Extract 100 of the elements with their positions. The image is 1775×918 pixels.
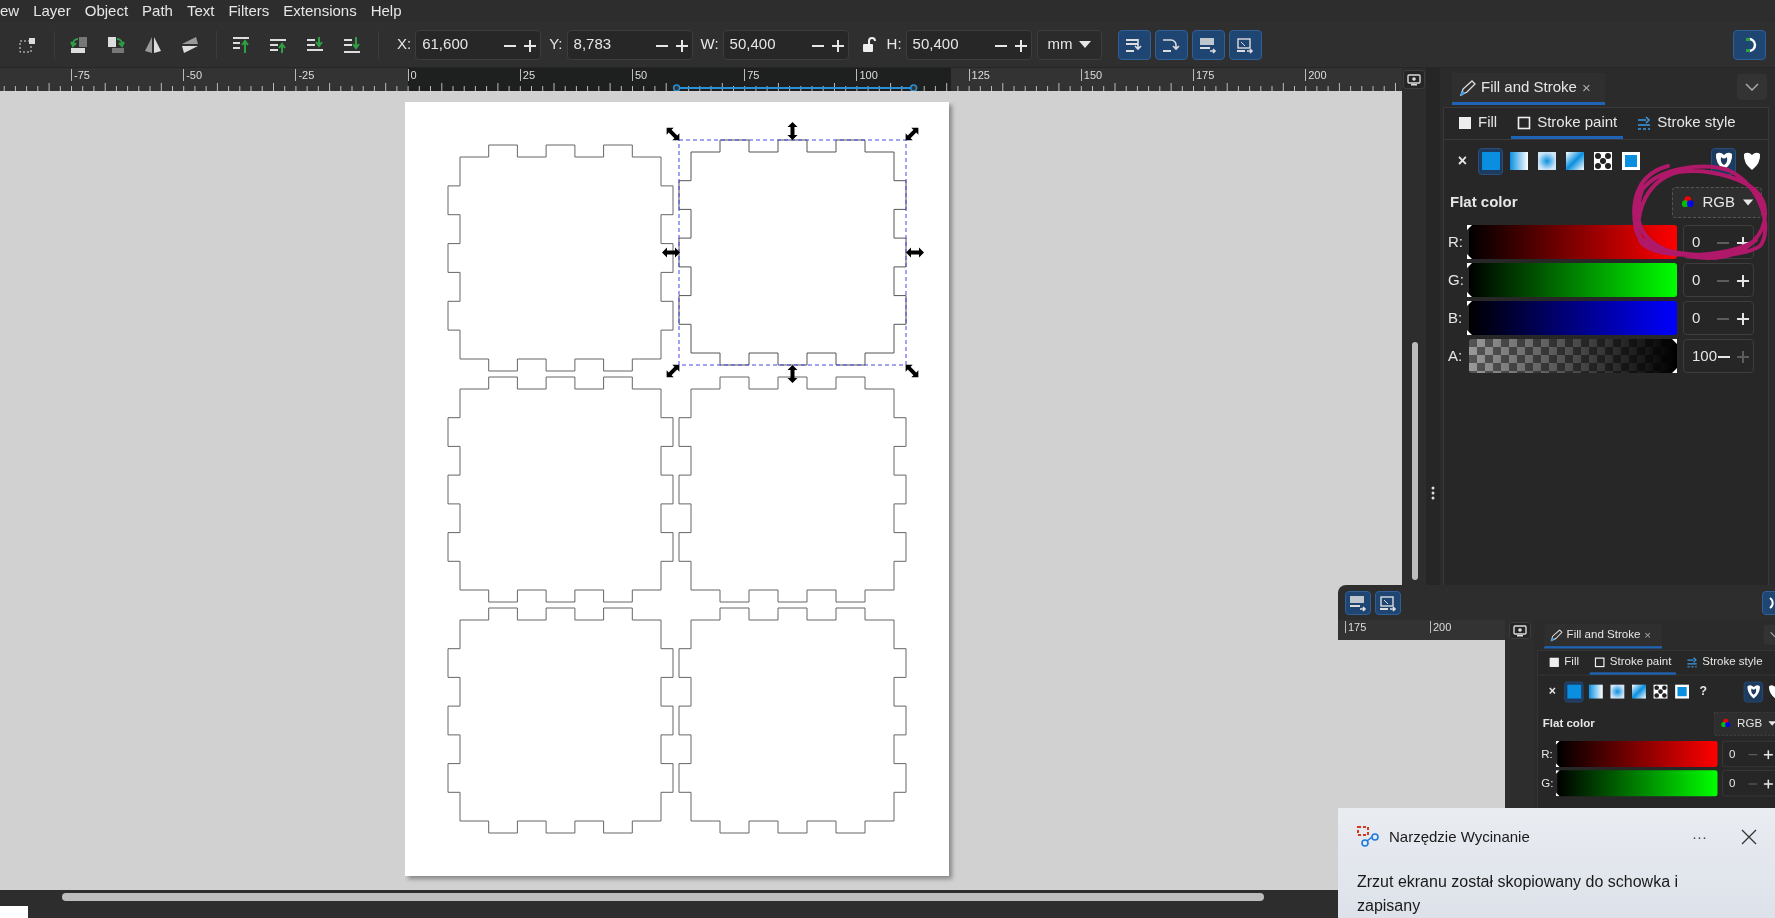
- close-tab-button[interactable]: ×: [1581, 80, 1591, 95]
- color-slider[interactable]: [1469, 225, 1677, 259]
- pattern-icon: [1652, 683, 1668, 700]
- even-odd-fill-icon: [1713, 151, 1734, 171]
- resize-handle[interactable]: [787, 122, 798, 140]
- ruler-label: 50: [632, 69, 648, 81]
- spin-box[interactable]: 0: [1683, 263, 1754, 297]
- spin-box[interactable]: 61,600: [415, 29, 542, 60]
- minus-icon: [811, 44, 824, 47]
- minus-icon: [1717, 318, 1730, 321]
- close-button[interactable]: [1741, 829, 1757, 845]
- number-input[interactable]: 50,400: [906, 33, 991, 56]
- paint-type-button[interactable]: ×: [1542, 681, 1562, 702]
- panel-tab[interactable]: Fill and Stroke ×: [1452, 73, 1605, 105]
- fill-rule-button[interactable]: [1743, 681, 1763, 702]
- scissors-icon: [1357, 826, 1379, 848]
- menu-item[interactable]: Text: [179, 1, 222, 21]
- panel-menu-button[interactable]: [1737, 74, 1767, 100]
- transform-option-button[interactable]: [1228, 29, 1262, 60]
- channel-value: 0: [1728, 775, 1737, 792]
- unit-dropdown[interactable]: mm: [1036, 29, 1102, 60]
- color-slider[interactable]: [1469, 301, 1677, 335]
- filled-square-icon: [1458, 115, 1472, 130]
- subtab[interactable]: Stroke style: [1682, 651, 1768, 675]
- menu-item[interactable]: Object: [77, 1, 136, 21]
- spin-box[interactable]: 50,400: [905, 29, 1032, 60]
- subtab[interactable]: Stroke paint: [1589, 651, 1677, 675]
- resize-handle[interactable]: [906, 247, 924, 258]
- linear-gradient-icon: [1587, 683, 1604, 700]
- menu-item[interactable]: Extensions: [276, 1, 364, 21]
- lines-arrow-icon: [1637, 115, 1652, 130]
- resize-handle[interactable]: [905, 364, 919, 378]
- color-slider[interactable]: [1469, 339, 1677, 373]
- color-circles-icon: [1681, 194, 1695, 210]
- resize-handle[interactable]: [787, 365, 798, 383]
- slider-thumb[interactable]: [1555, 740, 1562, 768]
- subtab[interactable]: Stroke paint: [1511, 109, 1624, 139]
- radial-gradient-icon: [1536, 151, 1557, 171]
- minus-icon: [504, 44, 517, 47]
- menu-item[interactable]: Layer: [26, 1, 78, 21]
- color-model-dropdown[interactable]: RGB: [1672, 186, 1762, 218]
- paint-type-button[interactable]: ?: [1693, 681, 1713, 702]
- channel-value: 0: [1691, 269, 1702, 290]
- spin-box[interactable]: 0: [1722, 740, 1775, 768]
- slider-thumb[interactable]: [1467, 263, 1475, 297]
- snap-toggle-button[interactable]: [1733, 29, 1766, 60]
- subtab[interactable]: Fill: [1452, 109, 1504, 139]
- transform-option-button[interactable]: [1117, 29, 1151, 60]
- number-input[interactable]: 8,783: [567, 33, 652, 56]
- plus-icon: [1737, 313, 1750, 326]
- color-slider[interactable]: [1469, 263, 1677, 297]
- mesh-gradient-icon: [1564, 151, 1585, 171]
- resize-handle[interactable]: [666, 364, 680, 378]
- menu-item[interactable]: Path: [135, 1, 180, 21]
- menu-item[interactable]: Filters: [221, 1, 277, 21]
- ruler-label: 175: [1345, 621, 1367, 633]
- color-slider[interactable]: [1557, 770, 1718, 797]
- unit-label: mm: [1047, 34, 1073, 55]
- plus-icon: [1737, 275, 1750, 288]
- lines-arrow-icon: [1348, 593, 1368, 612]
- spin-box[interactable]: 8,783: [566, 29, 693, 60]
- channel-value: 0: [1691, 231, 1702, 252]
- ruler-label: 25: [519, 69, 536, 81]
- number-input[interactable]: 50,400: [723, 33, 808, 56]
- color-model-dropdown[interactable]: RGB: [1713, 711, 1775, 736]
- color-slider[interactable]: [1557, 740, 1718, 768]
- slider-thumb[interactable]: [1467, 225, 1475, 259]
- subtab[interactable]: Fill: [1544, 651, 1584, 675]
- channel-label: A:: [1448, 345, 1464, 366]
- spin-box[interactable]: 0: [1722, 770, 1775, 797]
- slider-thumb[interactable]: [1467, 301, 1475, 335]
- caret-down-icon: [1768, 720, 1775, 726]
- more-options-button[interactable]: ···: [1686, 825, 1713, 849]
- resize-handle[interactable]: [662, 247, 680, 258]
- spin-box[interactable]: 50,400: [722, 29, 849, 60]
- spin-box[interactable]: 100: [1683, 339, 1754, 373]
- spin-box[interactable]: 0: [1683, 301, 1754, 335]
- transform-option-button[interactable]: [1345, 590, 1371, 615]
- paint-mode-label: Flat color: [1542, 715, 1595, 732]
- transform-option-button[interactable]: [1375, 590, 1401, 615]
- minus-icon: [1717, 356, 1730, 359]
- close-tab-button[interactable]: ×: [1644, 629, 1651, 641]
- paint-type-button[interactable]: ×: [1450, 147, 1475, 175]
- transform-option-button[interactable]: [1154, 29, 1188, 60]
- menu-item[interactable]: ew: [0, 1, 27, 21]
- number-input[interactable]: 61,600: [416, 33, 501, 56]
- resize-handle[interactable]: [666, 127, 680, 141]
- scrollbar-thumb[interactable]: [1412, 342, 1418, 580]
- slider-thumb[interactable]: [1555, 770, 1562, 797]
- menu-item[interactable]: Help: [363, 1, 409, 21]
- transform-option-button[interactable]: [1191, 29, 1225, 60]
- subtab[interactable]: Stroke style: [1631, 109, 1742, 139]
- pattern-icon: [1592, 151, 1613, 171]
- display-mode-button[interactable]: [1403, 70, 1425, 89]
- display-mode-button[interactable]: [1509, 622, 1531, 639]
- panel-tab[interactable]: Fill and Stroke ×: [1544, 623, 1662, 649]
- notification-message: Zrzut ekranu został skopiowany do schowka i zapisany: [1357, 872, 1680, 916]
- pen-icon: [1550, 628, 1563, 642]
- scrollbar-thumb[interactable]: [62, 893, 1264, 901]
- resize-handle[interactable]: [905, 127, 919, 141]
